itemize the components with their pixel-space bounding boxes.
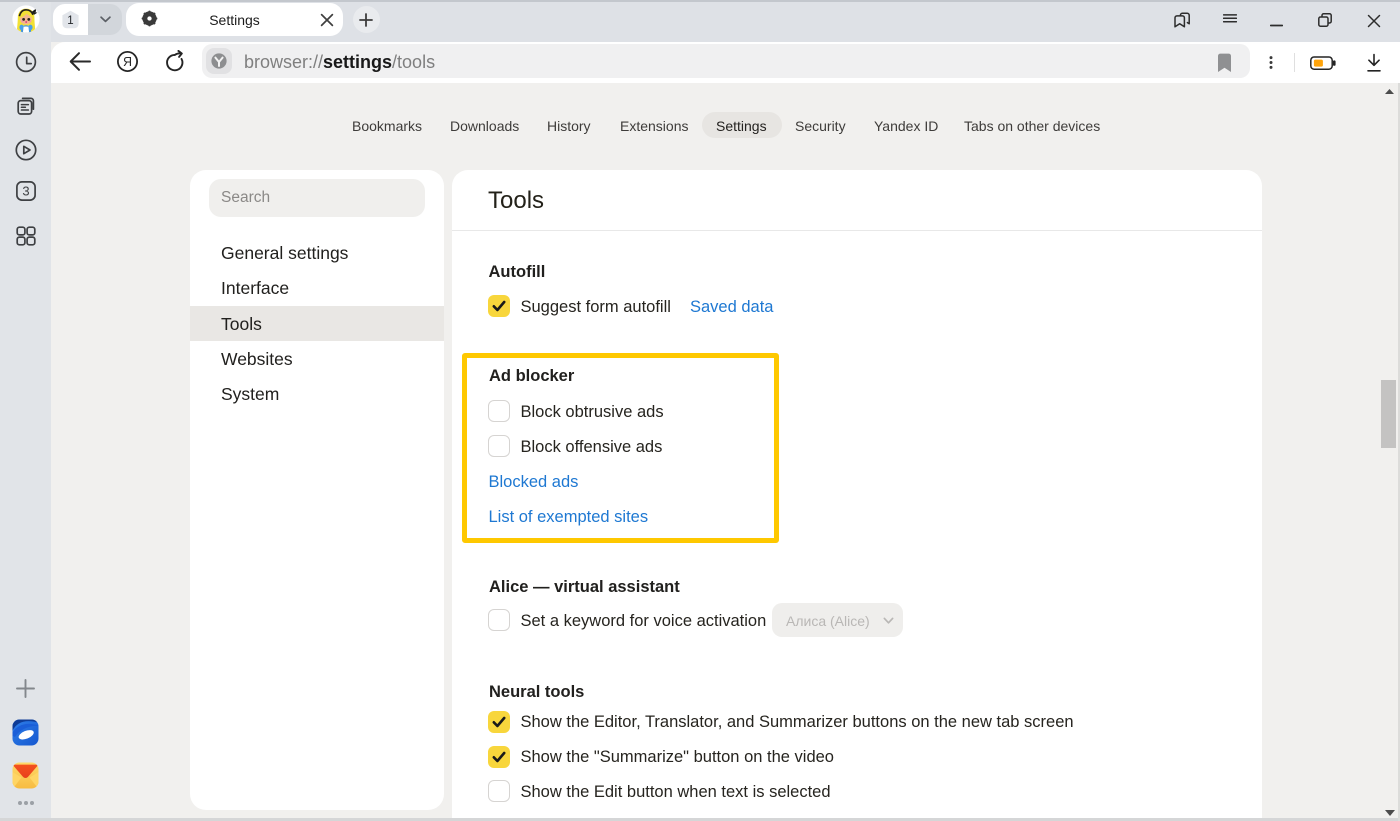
svg-text:Я: Я bbox=[122, 55, 131, 69]
svg-text:1: 1 bbox=[67, 15, 73, 27]
svg-text:3: 3 bbox=[22, 184, 29, 199]
